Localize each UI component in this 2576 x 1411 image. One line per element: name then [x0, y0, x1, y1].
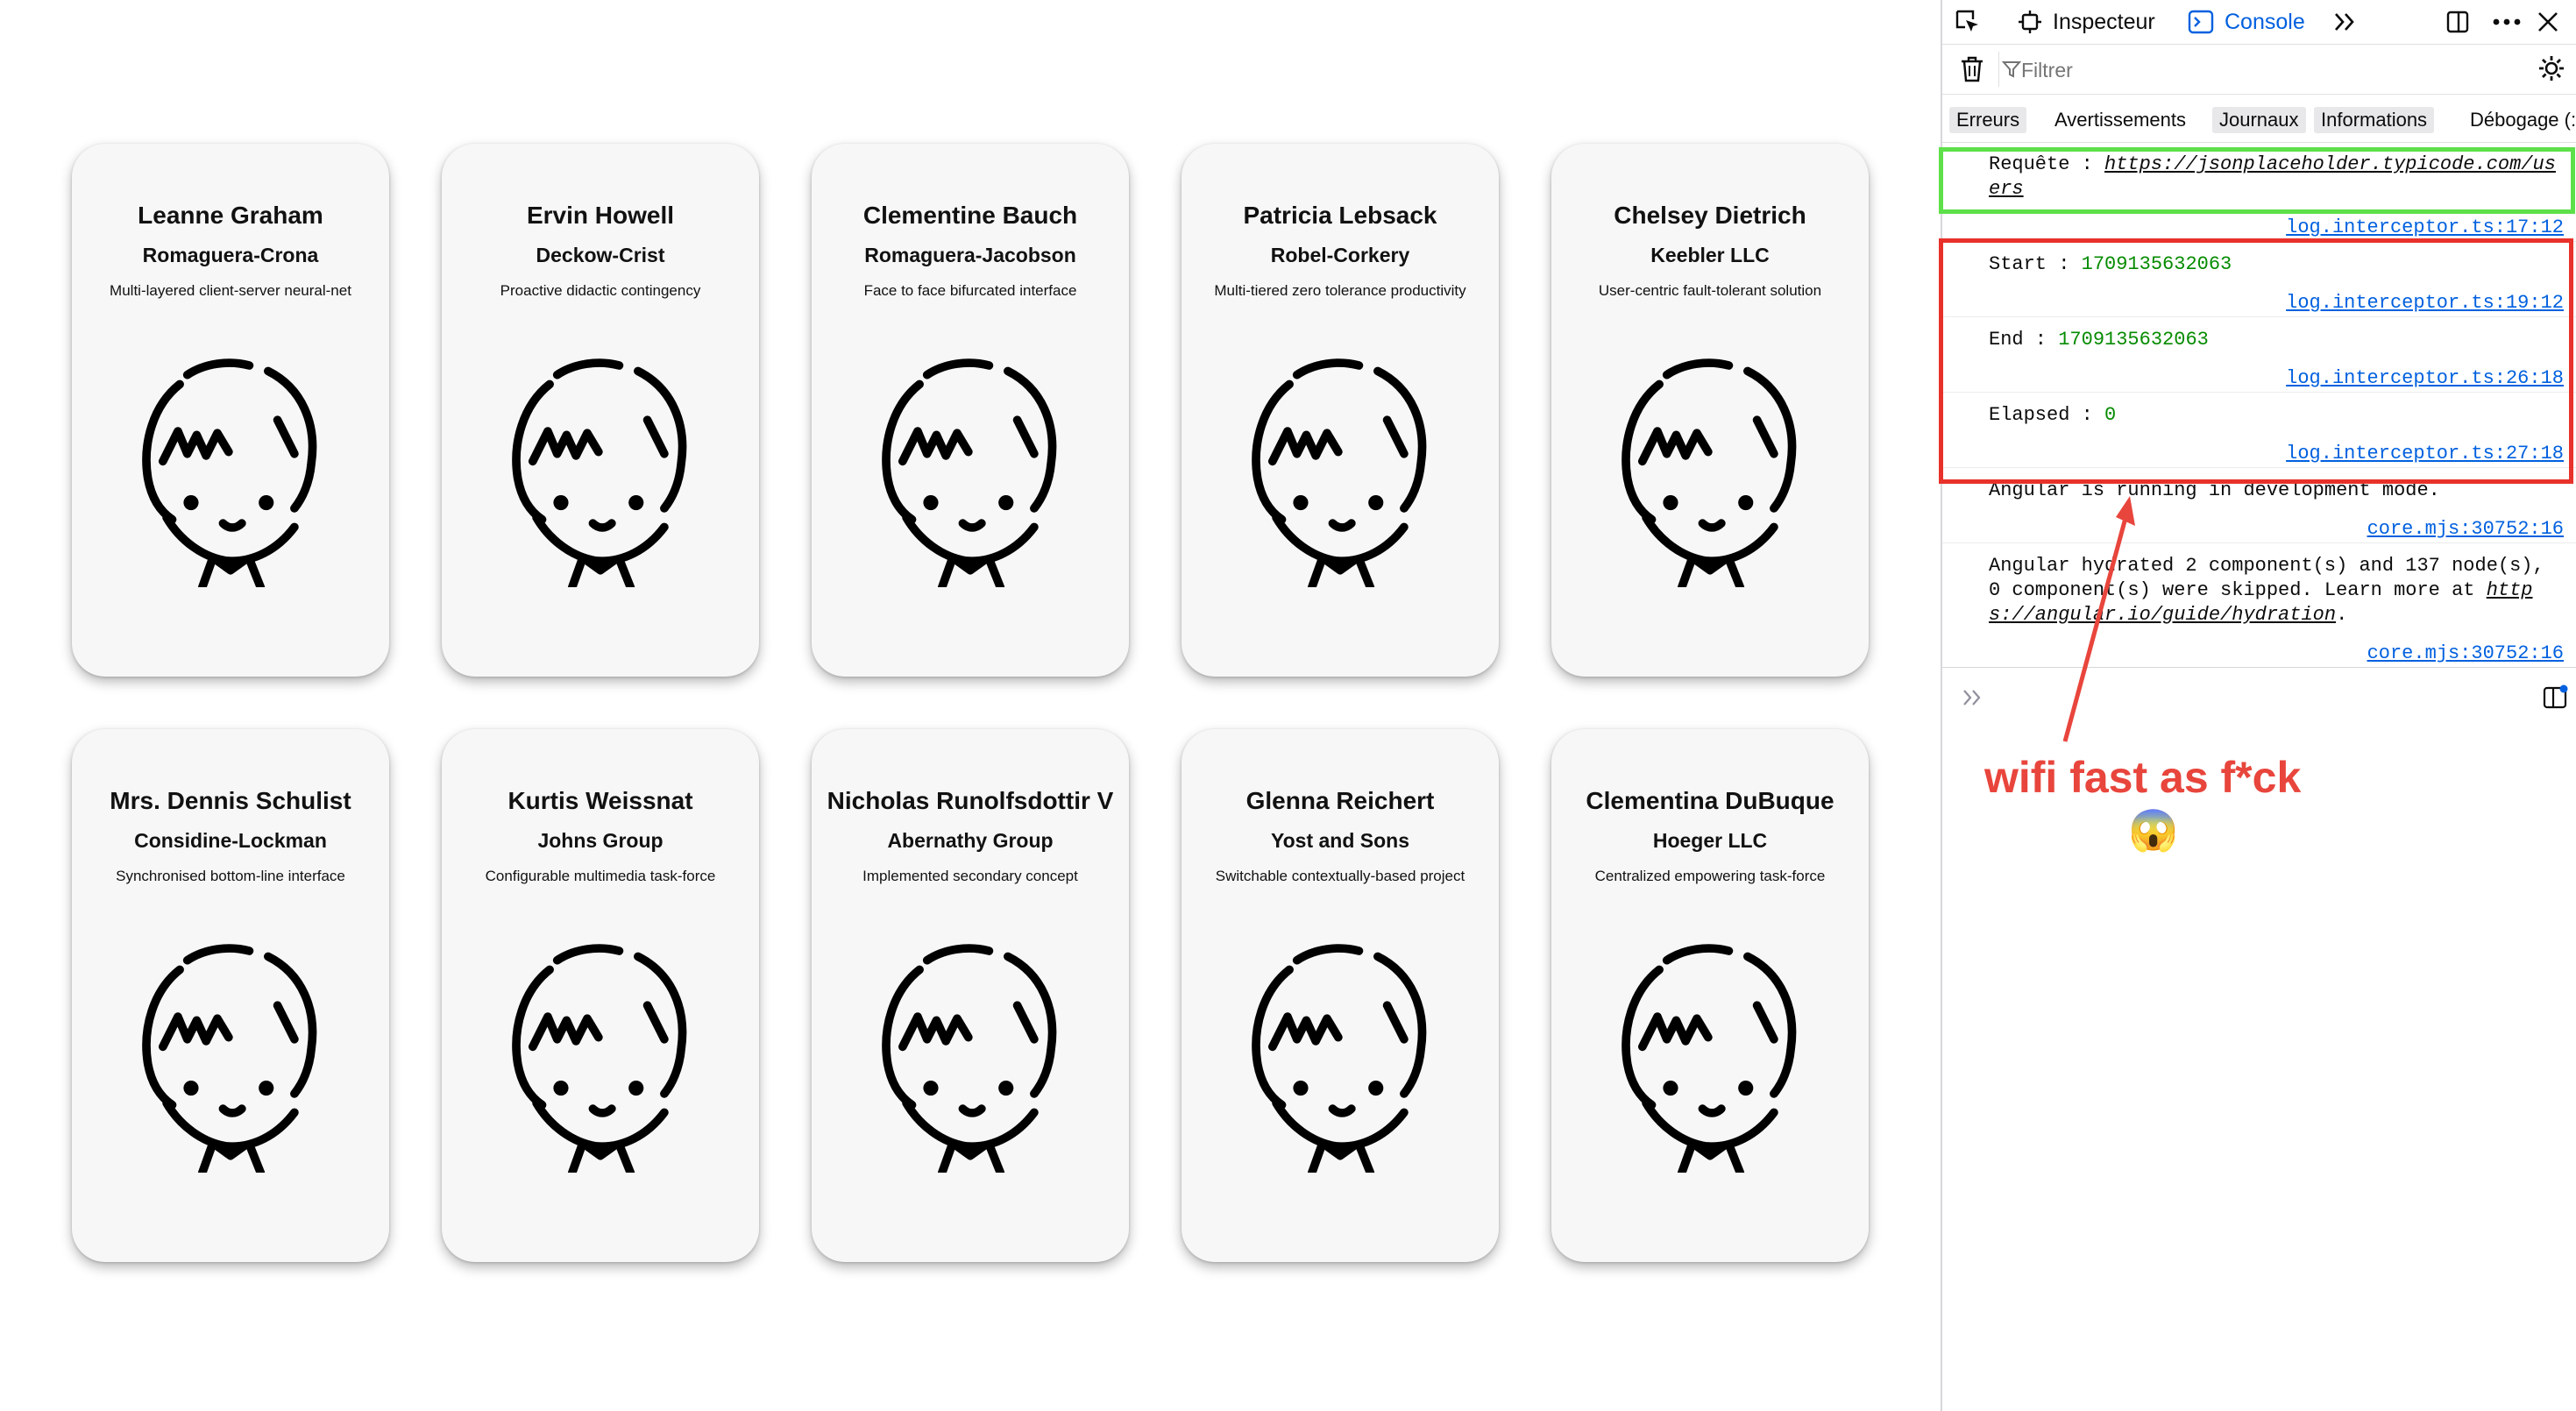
catch-phrase: Switchable contextually-based project	[1215, 868, 1465, 884]
red-highlight-box	[1939, 238, 2573, 484]
user-name: Clementine Bauch	[862, 202, 1078, 229]
company-name: Robel-Corkery	[1270, 244, 1410, 266]
company-name: Romaguera-Crona	[142, 244, 319, 266]
user-name: Leanne Graham	[138, 202, 323, 229]
user-card: Clementina DuBuque Hoeger LLC Centralized …	[1551, 729, 1869, 1262]
annotation-text: wifi fast as f*ck	[1984, 753, 2302, 802]
user-card: Nicholas Runolfsdottir V Abernathy Group I…	[812, 729, 1129, 1262]
user-cards-page: Leanne Graham Romaguera-Crona Multi-layere…	[0, 0, 1941, 1411]
catch-phrase: Synchronised bottom-line interface	[116, 868, 345, 884]
filter-icon	[2002, 61, 2021, 78]
user-card: Glenna Reichert Yost and Sons Switchable c…	[1182, 729, 1499, 1262]
inspector-icon	[2019, 11, 2041, 33]
category-warnings[interactable]: Avertissements	[2047, 107, 2193, 133]
user-card: Clementine Bauch Romaguera-Jacobson Face t…	[812, 144, 1129, 677]
tab-inspector[interactable]: Inspecteur	[2053, 0, 2155, 44]
green-highlight-box	[1939, 147, 2575, 214]
catch-phrase: Implemented secondary concept	[862, 868, 1078, 884]
company-name: Keebler LLC	[1650, 244, 1770, 266]
hydration-link[interactable]: http	[2487, 579, 2533, 601]
more-tabs-icon[interactable]	[2333, 11, 2358, 32]
sidebar-toggle-icon[interactable]	[2542, 684, 2568, 711]
user-name: Clementina DuBuque	[1586, 787, 1834, 814]
company-name: Hoeger LLC	[1652, 829, 1768, 852]
avatar-icon	[1614, 938, 1806, 1177]
user-name: Nicholas Runolfsdottir V	[827, 787, 1114, 814]
user-name: Chelsey Dietrich	[1614, 202, 1806, 229]
pick-element-icon[interactable]	[1955, 9, 1981, 35]
company-name: Considine-Lockman	[134, 829, 327, 852]
user-card: Kurtis Weissnat Johns Group Configurable m…	[442, 729, 759, 1262]
avatar-icon	[1245, 352, 1436, 592]
user-card: Chelsey Dietrich Keebler LLC User-centric …	[1551, 144, 1869, 677]
catch-phrase: Configurable multimedia task-force	[485, 868, 716, 884]
category-logs[interactable]: Journaux	[2212, 107, 2306, 133]
company-name: Romaguera-Jacobson	[864, 244, 1076, 266]
console-icon	[2188, 10, 2214, 34]
log-source-link[interactable]: log.interceptor.ts:17:12	[2286, 216, 2564, 238]
avatar-icon	[875, 352, 1066, 592]
user-card: Mrs. Dennis Schulist Considine-Lockman Syn…	[72, 729, 389, 1262]
company-name: Yost and Sons	[1270, 829, 1410, 852]
company-name: Deckow-Crist	[536, 244, 665, 266]
log-separator	[1942, 667, 2576, 668]
catch-phrase: Multi-layered client-server neural-net	[110, 282, 351, 299]
settings-icon[interactable]	[2538, 55, 2565, 82]
user-name: Patricia Lebsack	[1243, 202, 1437, 229]
filter-bar	[1942, 45, 2576, 95]
avatar-icon	[505, 352, 696, 592]
catch-phrase: Centralized empowering task-force	[1594, 868, 1826, 884]
user-card: Leanne Graham Romaguera-Crona Multi-layere…	[72, 144, 389, 677]
annotation-arrow	[2062, 496, 2135, 742]
avatar-icon	[1245, 938, 1436, 1177]
user-name: Glenna Reichert	[1245, 787, 1435, 814]
company-name: Johns Group	[537, 829, 664, 852]
category-errors[interactable]: Erreurs	[1949, 107, 2027, 133]
log-categories: Erreurs Avertissements Journaux Informat…	[1942, 95, 2576, 143]
devtools-toolbar: Inspecteur Console	[1942, 0, 2576, 45]
user-name: Mrs. Dennis Schulist	[110, 787, 351, 814]
company-name: Abernathy Group	[887, 829, 1054, 852]
catch-phrase: Face to face bifurcated interface	[863, 282, 1077, 299]
category-debug[interactable]: Débogage (:	[2463, 107, 2576, 133]
user-name: Kurtis Weissnat	[507, 787, 693, 814]
log-source-link[interactable]: core.mjs:30752:16	[2367, 642, 2564, 664]
catch-phrase: User-centric fault-tolerant solution	[1598, 282, 1822, 299]
trash-icon[interactable]	[1960, 56, 1984, 82]
avatar-icon	[135, 938, 326, 1177]
avatar-icon	[875, 938, 1066, 1177]
user-name: Ervin Howell	[526, 202, 675, 229]
avatar-icon	[1614, 352, 1806, 592]
annotation-emoji: 😱	[2128, 807, 2179, 853]
close-icon[interactable]	[2537, 11, 2559, 33]
dock-icon[interactable]	[2445, 10, 2470, 34]
user-card: Patricia Lebsack Robel-Corkery Multi-tiere…	[1182, 144, 1499, 677]
avatar-icon	[505, 938, 696, 1177]
prompt-chevron-icon	[1963, 690, 1981, 706]
filter-input[interactable]	[2019, 53, 2496, 87]
log-separator	[1942, 542, 2576, 543]
user-card: Ervin Howell Deckow-Crist Proactive didact…	[442, 144, 759, 677]
category-info[interactable]: Informations	[2314, 107, 2435, 133]
catch-phrase: Proactive didactic contingency	[500, 282, 701, 299]
avatar-icon	[135, 352, 326, 592]
catch-phrase: Multi-tiered zero tolerance productivity	[1214, 282, 1466, 299]
hydration-link-wrap[interactable]: s://angular.io/guide/hydration	[1989, 604, 2336, 626]
menu-icon[interactable]	[2493, 18, 2521, 26]
tab-console[interactable]: Console	[2225, 0, 2305, 44]
filter-separator	[1998, 52, 1999, 87]
log-source-link[interactable]: core.mjs:30752:16	[2367, 518, 2564, 540]
